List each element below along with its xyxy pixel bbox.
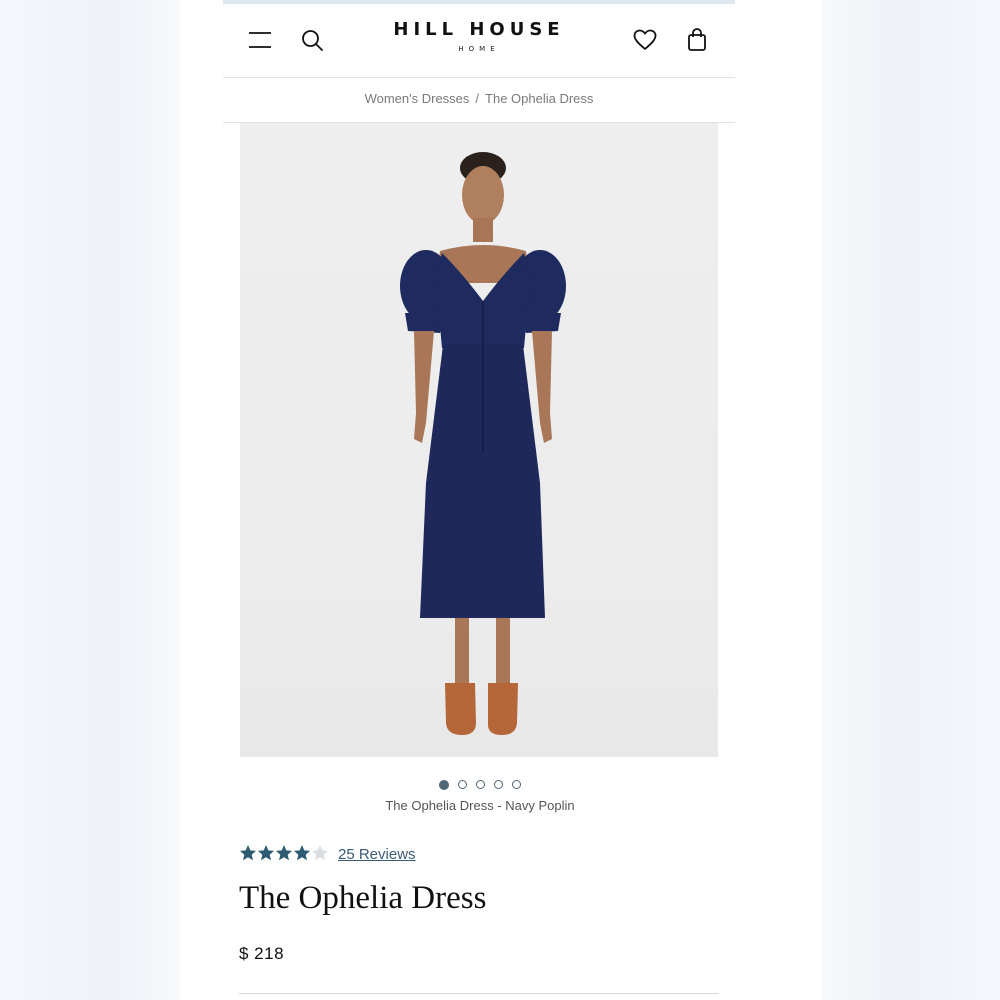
star-empty-icon — [312, 845, 328, 861]
background-right — [822, 0, 1000, 1000]
brand-name: HILL HOUSE — [393, 19, 565, 40]
star-icon — [258, 845, 274, 861]
mobile-page: HILL HOUSE HOME Women's Dresses / The Ophe… — [180, 0, 822, 1000]
carousel-dot-3[interactable] — [476, 780, 485, 790]
star-icon — [276, 845, 292, 861]
section-divider — [239, 993, 719, 994]
brand-subtitle: HOME — [458, 45, 500, 53]
carousel-dot-1[interactable] — [439, 779, 449, 790]
carousel-dot-5[interactable] — [512, 780, 521, 790]
star-rating — [240, 845, 328, 861]
site-header: HILL HOUSE HOME — [223, 4, 735, 78]
background-left — [0, 0, 180, 1000]
star-icon — [240, 845, 256, 861]
heart-icon[interactable] — [633, 29, 657, 51]
product-title: The Ophelia Dress — [239, 880, 487, 916]
brand-logo[interactable]: HILL HOUSE HOME — [223, 19, 735, 54]
breadcrumb-link-womens-dresses[interactable]: Women's Dresses — [365, 91, 470, 106]
star-icon — [294, 845, 310, 861]
carousel-dot-2[interactable] — [458, 780, 467, 790]
product-photo — [400, 152, 566, 735]
breadcrumb-current[interactable]: The Ophelia Dress — [485, 91, 593, 106]
carousel-dots — [180, 776, 780, 790]
image-caption: The Ophelia Dress - Navy Poplin — [385, 798, 575, 813]
breadcrumb-separator: / — [475, 91, 480, 106]
bag-icon[interactable] — [686, 28, 708, 52]
product-image[interactable] — [240, 123, 718, 757]
carousel-dot-4[interactable] — [494, 780, 503, 790]
product-price: $ 218 — [239, 944, 285, 963]
breadcrumb: Women's Dresses / The Ophelia Dress — [223, 78, 735, 123]
reviews-link[interactable]: 25 Reviews — [338, 846, 416, 863]
